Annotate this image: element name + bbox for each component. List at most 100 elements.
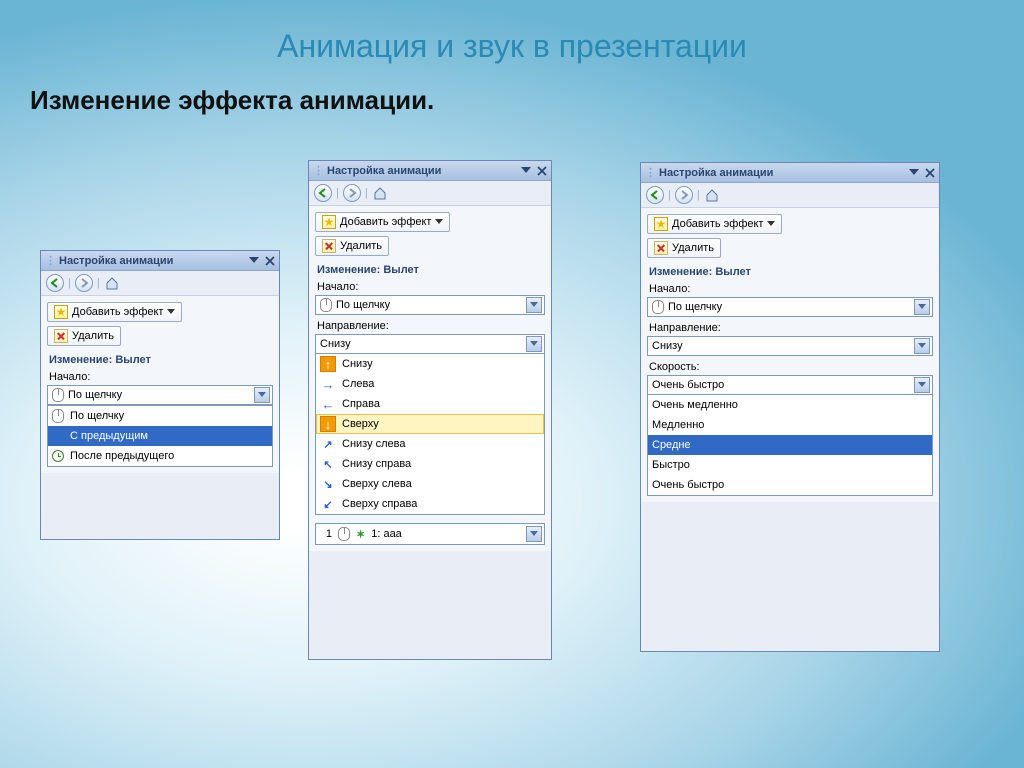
mouse-icon <box>52 409 64 423</box>
remove-icon <box>322 239 336 253</box>
titlebar[interactable]: ⋮ Настройка анимации <box>41 251 279 271</box>
start-option-click[interactable]: По щелчку <box>48 406 272 426</box>
effect-item-row[interactable]: 1 ✶ 1: aaa <box>315 523 545 545</box>
speed-options-list: Очень медленно Медленно Средне Быстро Оч… <box>647 395 933 496</box>
start-combobox[interactable]: По щелчку <box>47 385 273 405</box>
direction-combobox[interactable]: Снизу <box>315 334 545 354</box>
back-button[interactable] <box>646 186 664 204</box>
mouse-icon <box>320 298 332 312</box>
direction-label: Направление: <box>649 322 933 334</box>
slide-title: Анимация и звук в презентации <box>0 0 1024 65</box>
arrow-left-icon: ← <box>320 396 336 412</box>
combo-toggle-icon[interactable] <box>914 299 930 315</box>
change-section-label: Изменение: Вылет <box>317 264 545 276</box>
direction-option[interactable]: ↘Сверху слева <box>316 474 544 494</box>
pane-title: Настройка анимации <box>59 255 249 267</box>
add-effect-button[interactable]: ★ Добавить эффект <box>647 214 782 234</box>
change-section-label: Изменение: Вылет <box>649 266 933 278</box>
combo-toggle-icon[interactable] <box>914 377 930 393</box>
home-icon[interactable] <box>372 185 388 201</box>
animation-pane-direction: ⋮ Настройка анимации | | ★ Добавить эффе… <box>308 160 552 660</box>
effect-star-icon: ★ <box>654 217 668 231</box>
direction-combobox[interactable]: Снизу <box>647 336 933 356</box>
start-label: Начало: <box>317 281 545 293</box>
forward-button[interactable] <box>343 184 361 202</box>
grip-icon: ⋮ <box>313 164 323 177</box>
close-icon[interactable] <box>265 256 275 266</box>
back-button[interactable] <box>314 184 332 202</box>
combo-toggle-icon[interactable] <box>526 526 542 542</box>
arrow-down-icon: ↓ <box>320 416 336 432</box>
titlebar[interactable]: ⋮ Настройка анимации <box>641 163 939 183</box>
dropdown-icon <box>435 219 443 225</box>
menu-down-icon[interactable] <box>521 167 531 175</box>
effect-green-star-icon: ✶ <box>356 528 365 541</box>
nav-toolbar: | | <box>309 181 551 206</box>
start-label: Начало: <box>649 283 933 295</box>
combo-toggle-icon[interactable] <box>254 387 270 403</box>
dropdown-icon <box>767 221 775 227</box>
arrow-downleft-icon: ↙ <box>320 496 336 512</box>
direction-options-list: ↑Снизу →Слева ←Справа ↓Сверху ↗Снизу сле… <box>315 354 545 515</box>
start-option-withprev[interactable]: С предыдущим <box>48 426 272 446</box>
mouse-icon <box>52 388 64 402</box>
direction-option[interactable]: ←Справа <box>316 394 544 414</box>
direction-option-hover[interactable]: ↓Сверху <box>316 414 544 434</box>
forward-button[interactable] <box>675 186 693 204</box>
home-icon[interactable] <box>104 275 120 291</box>
direction-option[interactable]: ↖Снизу справа <box>316 454 544 474</box>
start-combobox[interactable]: По щелчку <box>647 297 933 317</box>
arrow-downright-icon: ↘ <box>320 476 336 492</box>
add-effect-button[interactable]: ★ Добавить эффект <box>47 302 182 322</box>
direction-option[interactable]: →Слева <box>316 374 544 394</box>
animation-pane-start: ⋮ Настройка анимации | | ★ Добавить эффе… <box>40 250 280 540</box>
speed-option[interactable]: Очень медленно <box>648 395 932 415</box>
remove-button[interactable]: Удалить <box>47 326 121 346</box>
pane-title: Настройка анимации <box>327 165 521 177</box>
effect-star-icon: ★ <box>54 305 68 319</box>
titlebar[interactable]: ⋮ Настройка анимации <box>309 161 551 181</box>
add-effect-button[interactable]: ★ Добавить эффект <box>315 212 450 232</box>
speed-option[interactable]: Быстро <box>648 455 932 475</box>
direction-option[interactable]: ↗Снизу слева <box>316 434 544 454</box>
arrow-upright-icon: ↗ <box>320 436 336 452</box>
grip-icon: ⋮ <box>645 166 655 179</box>
start-combobox[interactable]: По щелчку <box>315 295 545 315</box>
speed-option[interactable]: Медленно <box>648 415 932 435</box>
speed-option[interactable]: Очень быстро <box>648 475 932 495</box>
nav-toolbar: | | <box>641 183 939 208</box>
combo-toggle-icon[interactable] <box>526 297 542 313</box>
slide-subtitle: Изменение эффекта анимации. <box>0 65 1024 116</box>
pane-title: Настройка анимации <box>659 167 909 179</box>
close-icon[interactable] <box>537 166 547 176</box>
arrow-right-icon: → <box>320 376 336 392</box>
speed-option-selected[interactable]: Средне <box>648 435 932 455</box>
grip-icon: ⋮ <box>45 254 55 267</box>
remove-button[interactable]: Удалить <box>315 236 389 256</box>
direction-option[interactable]: ↙Сверху справа <box>316 494 544 514</box>
back-button[interactable] <box>46 274 64 292</box>
start-options-list: По щелчку С предыдущим После предыдущего <box>47 405 273 467</box>
effect-star-icon: ★ <box>322 215 336 229</box>
animation-pane-speed: ⋮ Настройка анимации | | ★ Добавить эффе… <box>640 162 940 652</box>
speed-label: Скорость: <box>649 361 933 373</box>
home-icon[interactable] <box>704 187 720 203</box>
mouse-icon <box>652 300 664 314</box>
menu-down-icon[interactable] <box>249 257 259 265</box>
arrow-up-icon: ↑ <box>320 356 336 372</box>
close-icon[interactable] <box>925 168 935 178</box>
menu-down-icon[interactable] <box>909 169 919 177</box>
direction-option[interactable]: ↑Снизу <box>316 354 544 374</box>
combo-toggle-icon[interactable] <box>914 338 930 354</box>
arrow-upleft-icon: ↖ <box>320 456 336 472</box>
clock-icon <box>52 450 64 462</box>
speed-combobox[interactable]: Очень быстро <box>647 375 933 395</box>
dropdown-icon <box>167 309 175 315</box>
forward-button[interactable] <box>75 274 93 292</box>
remove-button[interactable]: Удалить <box>647 238 721 258</box>
mouse-icon <box>338 527 350 541</box>
combo-toggle-icon[interactable] <box>526 336 542 352</box>
start-option-afterprev[interactable]: После предыдущего <box>48 446 272 466</box>
nav-toolbar: | | <box>41 271 279 296</box>
start-label: Начало: <box>49 371 273 383</box>
